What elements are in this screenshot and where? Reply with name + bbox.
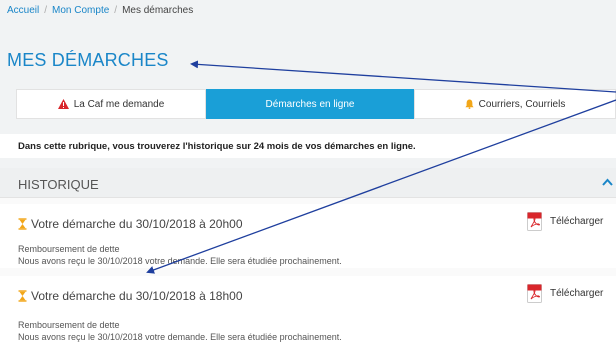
hourglass-icon <box>18 218 27 230</box>
history-section: HISTORIQUE Votre démarche du 30/10/2018 … <box>0 168 616 345</box>
breadcrumb-separator: / <box>114 5 118 16</box>
item-title: Votre démarche du 30/10/2018 à 18h00 <box>18 289 243 303</box>
tab-label: Courriers, Courriels <box>478 98 566 110</box>
history-item: Votre démarche du 30/10/2018 à 18h00 Tél… <box>0 276 616 345</box>
history-header[interactable]: HISTORIQUE <box>0 168 616 198</box>
hourglass-icon <box>18 290 27 302</box>
download-label: Télécharger <box>550 287 604 299</box>
pdf-icon <box>527 283 542 303</box>
tab-label: Démarches en ligne <box>265 98 355 110</box>
section-title: HISTORIQUE <box>18 177 99 192</box>
chevron-up-icon[interactable] <box>602 178 613 186</box>
pdf-icon <box>527 211 542 231</box>
tab-label: La Caf me demande <box>73 98 165 110</box>
info-banner: Dans cette rubrique, vous trouverez l'hi… <box>0 134 616 158</box>
item-title: Votre démarche du 30/10/2018 à 20h00 <box>18 217 243 231</box>
item-subtitle: Remboursement de dette <box>18 320 120 330</box>
history-item: Votre démarche du 30/10/2018 à 20h00 Tél… <box>0 204 616 268</box>
item-title-text: Votre démarche du 30/10/2018 à 20h00 <box>31 217 243 231</box>
breadcrumb-separator: / <box>44 5 48 16</box>
item-subtitle: Remboursement de dette <box>18 244 120 254</box>
download-label: Télécharger <box>550 215 604 227</box>
tab-courriers-courriels[interactable]: Courriers, Courriels <box>414 89 616 119</box>
page: Accueil / Mon Compte / Mes démarches MES DÉM… <box>0 0 616 345</box>
tab-caf-me-demande[interactable]: La Caf me demande <box>16 89 206 119</box>
bell-icon <box>465 99 474 109</box>
breadcrumb: Accueil / Mon Compte / Mes démarches <box>7 5 193 16</box>
download-button[interactable]: Télécharger <box>527 281 603 305</box>
breadcrumb-current: Mes démarches <box>122 5 194 16</box>
tab-bar: La Caf me demande Démarches en ligne Cou… <box>16 89 616 119</box>
item-title-text: Votre démarche du 30/10/2018 à 18h00 <box>31 289 243 303</box>
item-description: Nous avons reçu le 30/10/2018 votre dema… <box>18 332 342 342</box>
breadcrumb-account-link[interactable]: Mon Compte <box>52 5 109 16</box>
breadcrumb-home-link[interactable]: Accueil <box>7 5 39 16</box>
page-title: MES DÉMARCHES <box>7 50 169 70</box>
warning-icon <box>57 99 69 109</box>
download-button[interactable]: Télécharger <box>527 209 603 233</box>
tab-demarches-en-ligne[interactable]: Démarches en ligne <box>206 89 414 119</box>
annotation-arrow-title <box>190 60 616 93</box>
item-description: Nous avons reçu le 30/10/2018 votre dema… <box>18 256 342 266</box>
